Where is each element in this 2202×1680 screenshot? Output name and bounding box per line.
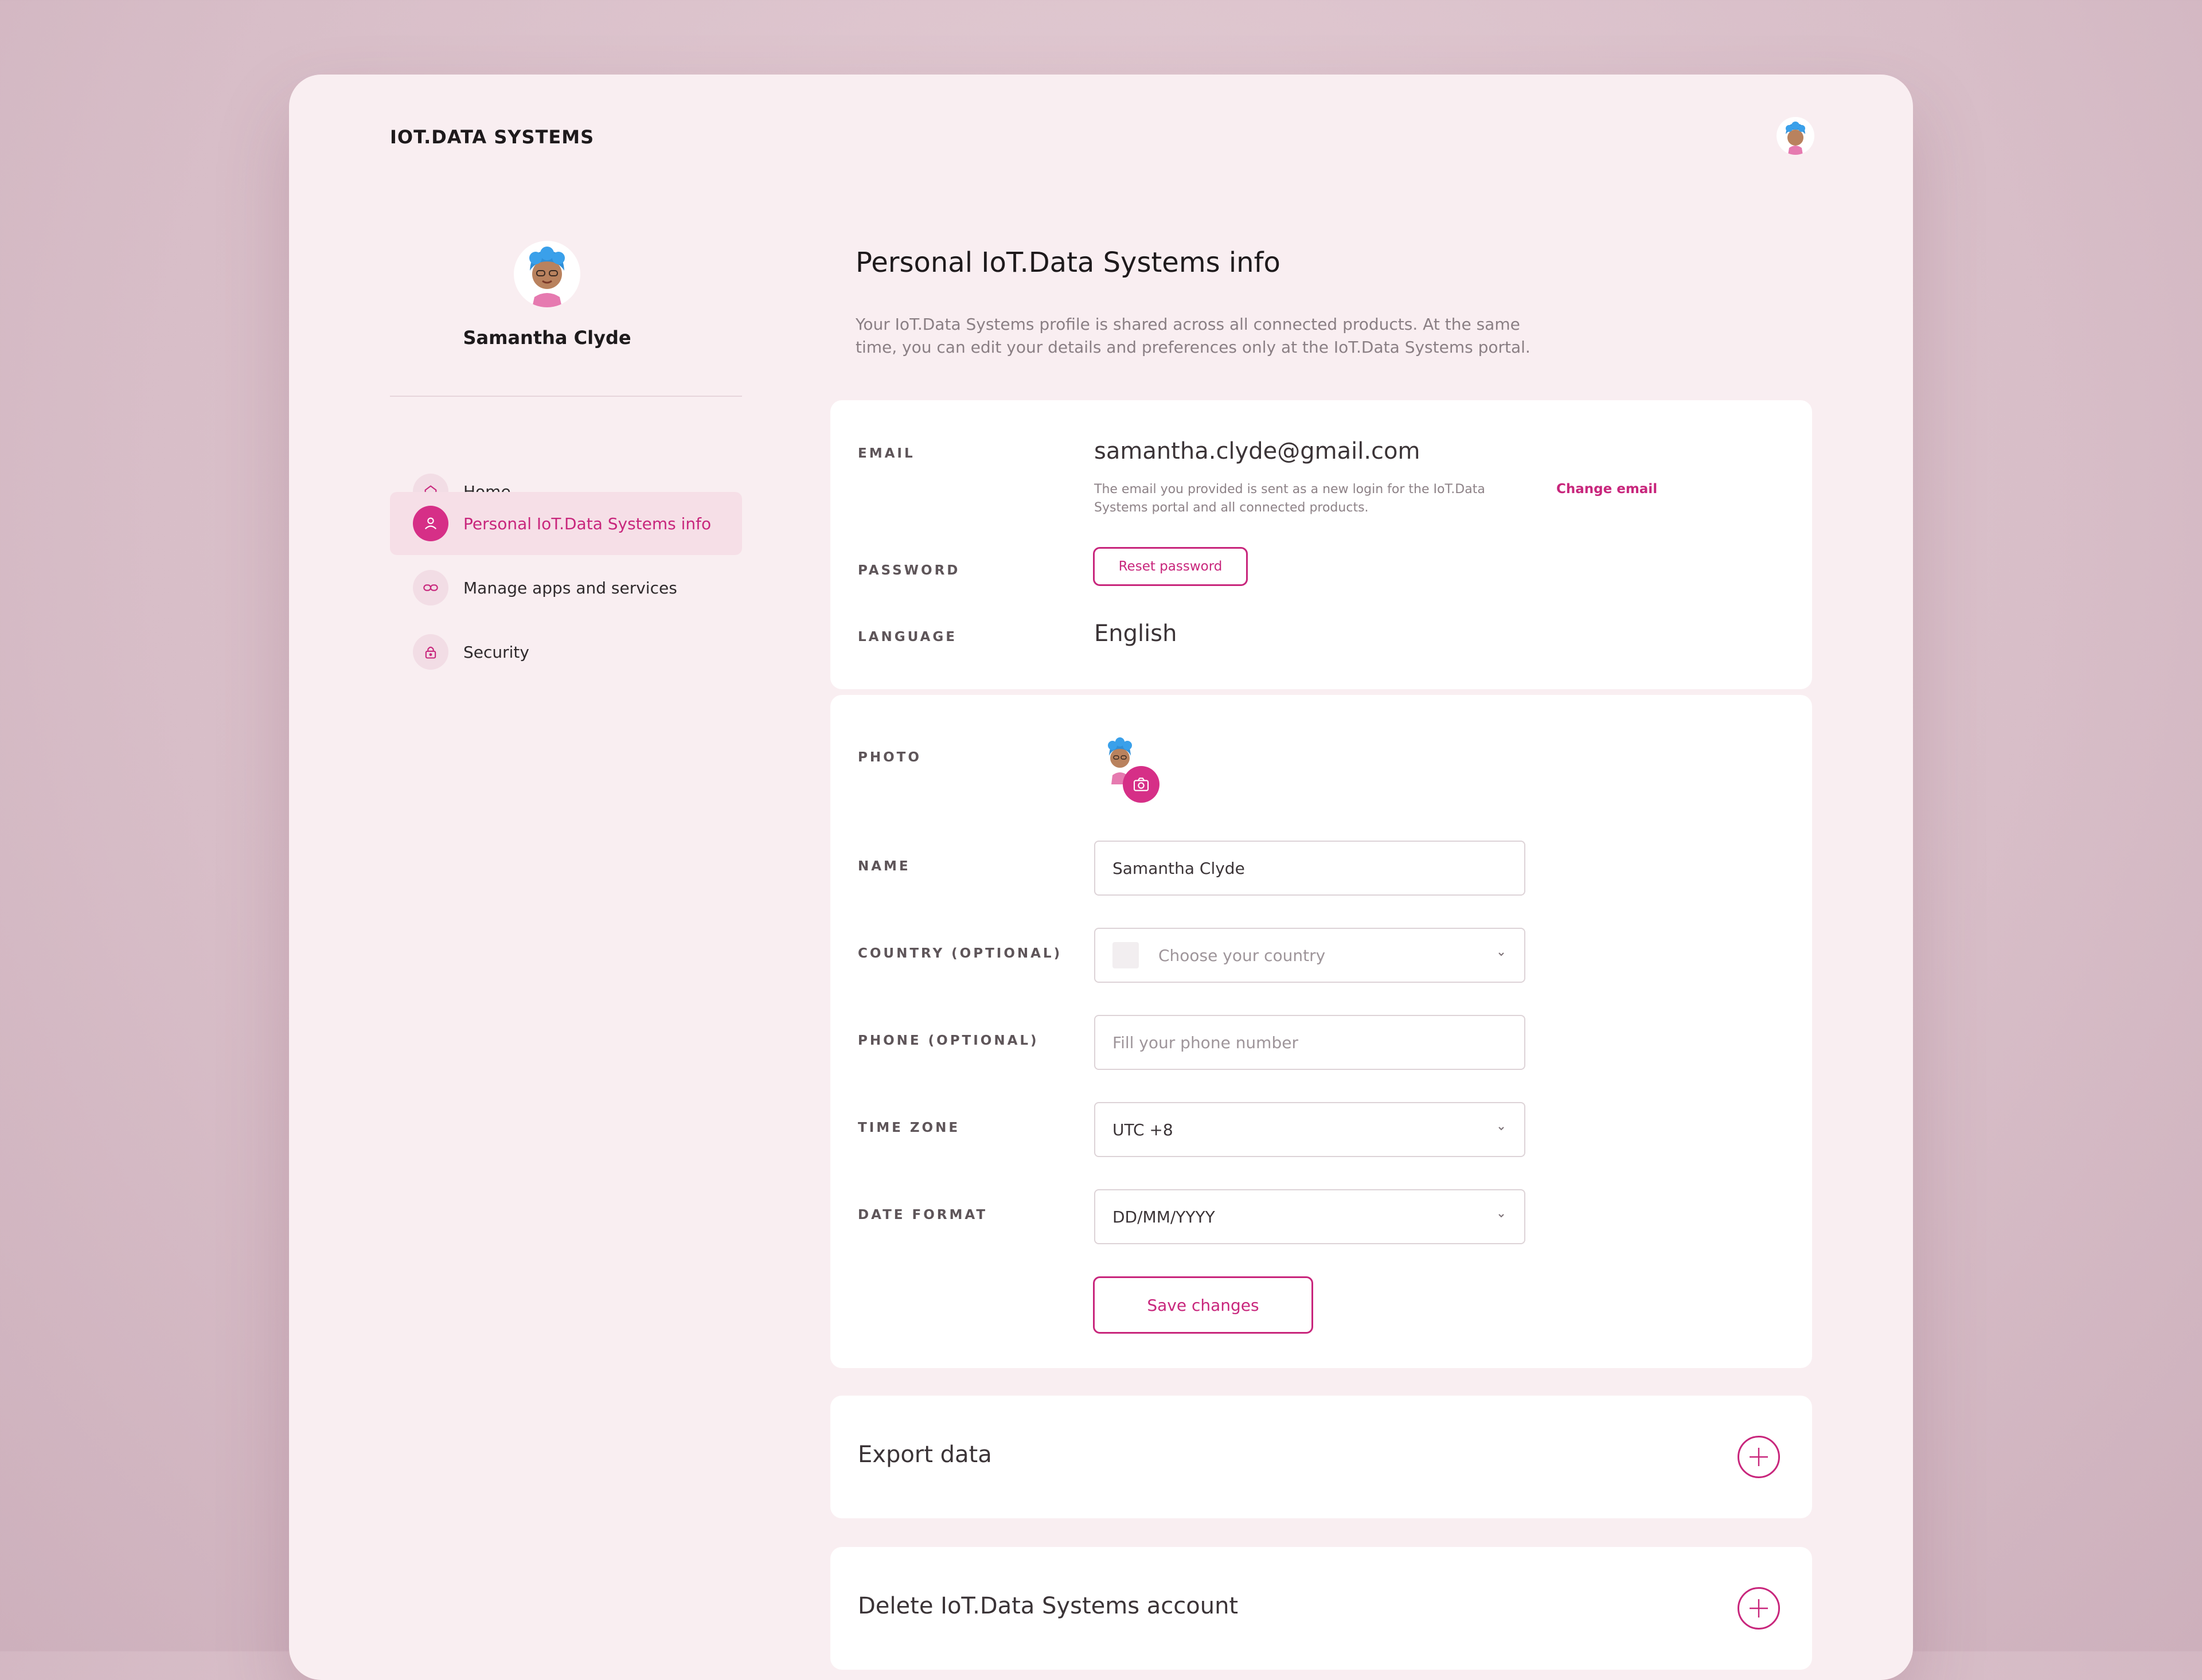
- user-avatar[interactable]: [1777, 117, 1814, 155]
- name-input[interactable]: Samantha Clyde: [1094, 841, 1525, 896]
- plus-icon: [1750, 1448, 1768, 1466]
- sidebar-item-label: Manage apps and services: [463, 578, 677, 597]
- dateformat-label: DATE FORMAT: [858, 1208, 988, 1222]
- app-window: IOT.DATA SYSTEMS Samantha Clyde Home Per…: [289, 75, 1913, 1680]
- phone-input[interactable]: Fill your phone number: [1094, 1015, 1525, 1070]
- export-data-title: Export data: [858, 1441, 992, 1468]
- lock-icon: [413, 634, 448, 670]
- reset-password-button[interactable]: Reset password: [1093, 547, 1248, 586]
- change-email-link[interactable]: Change email: [1556, 482, 1657, 497]
- photo-label: PHOTO: [858, 750, 922, 765]
- email-label: EMAIL: [858, 446, 915, 461]
- language-label: LANGUAGE: [858, 630, 957, 644]
- sidebar-item-security[interactable]: Security: [390, 620, 742, 683]
- sidebar-item-label: Security: [463, 642, 529, 662]
- plus-icon: [1750, 1599, 1768, 1618]
- change-photo-button[interactable]: [1123, 766, 1159, 803]
- profile-avatar: [514, 241, 580, 307]
- chevron-down-icon: [1498, 1127, 1504, 1131]
- expand-export-button[interactable]: [1738, 1436, 1780, 1478]
- flag-placeholder-icon: [1112, 942, 1139, 968]
- profile-name: Samantha Clyde: [463, 327, 631, 349]
- page-description: Your IoT.Data Systems profile is shared …: [856, 315, 1531, 357]
- sidebar-item-personal-info[interactable]: Personal IoT.Data Systems info: [390, 492, 742, 555]
- account-card: EMAIL samantha.clyde@gmail.com The email…: [830, 400, 1812, 689]
- avatar-memoji-icon: [1786, 122, 1805, 155]
- sidebar-item-label: Personal IoT.Data Systems info: [463, 514, 712, 533]
- sidebar-divider: [390, 396, 742, 397]
- user-icon: [413, 506, 448, 541]
- phone-placeholder: Fill your phone number: [1112, 1033, 1298, 1052]
- phone-label: PHONE (OPTIONAL): [858, 1033, 1039, 1048]
- chevron-down-icon: [1498, 952, 1504, 956]
- expand-delete-button[interactable]: [1738, 1587, 1780, 1630]
- brand-logo: IOT.DATA SYSTEMS: [390, 126, 595, 148]
- language-value[interactable]: English: [1094, 620, 1177, 647]
- avatar-memoji-icon: [529, 247, 565, 307]
- country-placeholder: Choose your country: [1158, 946, 1326, 965]
- timezone-select[interactable]: UTC +8: [1094, 1102, 1525, 1157]
- name-label: NAME: [858, 859, 911, 874]
- timezone-value: UTC +8: [1112, 1120, 1173, 1139]
- profile-card: PHOTO NAME Samantha Clyde COUNTRY (OPTIO…: [830, 695, 1812, 1368]
- page-title: Personal IoT.Data Systems info: [856, 247, 1280, 279]
- timezone-label: TIME ZONE: [858, 1120, 961, 1135]
- link-icon: [413, 570, 448, 605]
- export-data-section[interactable]: Export data: [830, 1396, 1812, 1518]
- camera-icon: [1133, 778, 1149, 791]
- save-changes-button[interactable]: Save changes: [1093, 1276, 1313, 1334]
- dateformat-value: DD/MM/YYYY: [1112, 1207, 1215, 1226]
- country-label: COUNTRY (OPTIONAL): [858, 946, 1063, 961]
- name-input-value: Samantha Clyde: [1112, 858, 1245, 878]
- sidebar-item-manage-apps[interactable]: Manage apps and services: [390, 556, 742, 619]
- dateformat-select[interactable]: DD/MM/YYYY: [1094, 1189, 1525, 1244]
- chevron-down-icon: [1498, 1214, 1504, 1218]
- country-select[interactable]: Choose your country: [1094, 928, 1525, 983]
- email-value: samantha.clyde@gmail.com: [1094, 438, 1420, 464]
- email-help-text: The email you provided is sent as a new …: [1094, 482, 1485, 515]
- password-label: PASSWORD: [858, 563, 961, 578]
- profile-photo[interactable]: [1100, 733, 1159, 803]
- delete-account-title: Delete IoT.Data Systems account: [858, 1593, 1239, 1619]
